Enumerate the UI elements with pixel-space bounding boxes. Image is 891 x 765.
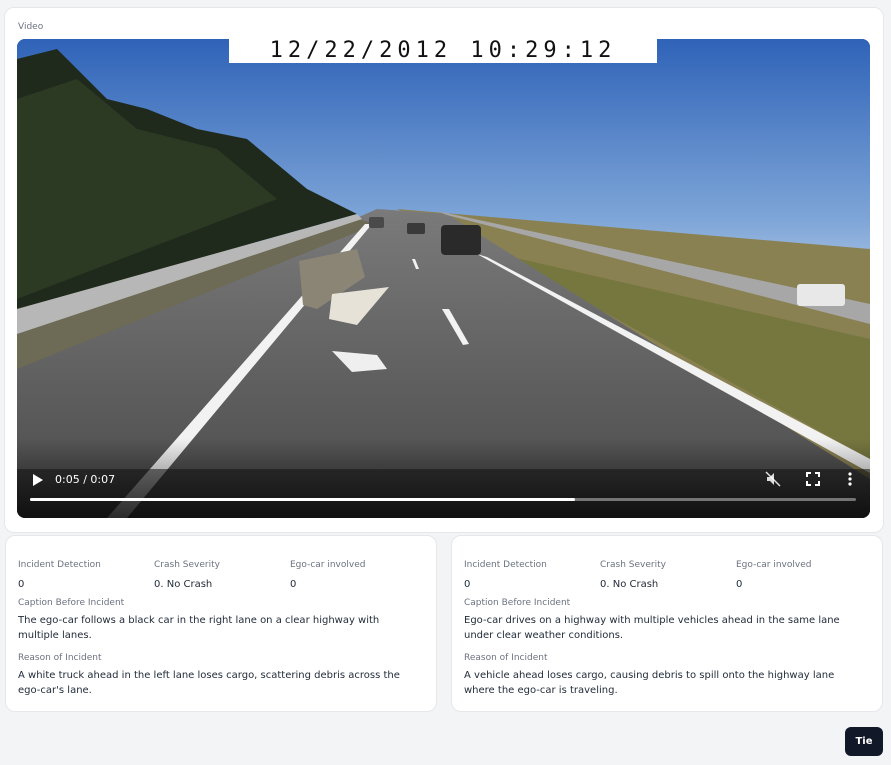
ego-car-involved-field: Ego-car involved 0 <box>290 560 426 590</box>
reason-label: Reason of Incident <box>18 653 102 663</box>
caption-label: Caption Before Incident <box>464 598 571 608</box>
reason-label: Reason of Incident <box>464 653 548 663</box>
caption-label: Caption Before Incident <box>18 598 125 608</box>
play-button[interactable] <box>31 473 45 487</box>
field-value: 0. No Crash <box>154 579 213 590</box>
more-vertical-icon <box>848 472 852 486</box>
result-card-right: Incident Detection 0 Crash Severity 0. N… <box>451 535 883 712</box>
field-label: Ego-car involved <box>736 560 812 570</box>
field-label: Crash Severity <box>600 560 666 570</box>
video-card: Video 12/22/2012 10:29:12 0:05 / 0:07 <box>4 7 884 533</box>
result-fields: Incident Detection 0 Crash Severity 0. N… <box>464 560 872 590</box>
caption-section: Caption Before Incident Ego-car drives o… <box>464 598 864 643</box>
tie-button[interactable]: Tie <box>845 727 883 756</box>
timestamp-overlay: 12/22/2012 10:29:12 <box>229 39 657 63</box>
field-label: Incident Detection <box>18 560 101 570</box>
field-value: 0 <box>18 579 25 590</box>
result-fields: Incident Detection 0 Crash Severity 0. N… <box>18 560 426 590</box>
field-label: Incident Detection <box>464 560 547 570</box>
video-player[interactable]: 12/22/2012 10:29:12 0:05 / 0:07 <box>17 39 870 518</box>
fullscreen-icon <box>806 472 820 486</box>
field-label: Ego-car involved <box>290 560 366 570</box>
mute-button[interactable] <box>765 471 781 487</box>
volume-muted-icon <box>765 471 781 487</box>
field-value: 0 <box>290 579 297 590</box>
caption-text: Ego-car drives on a highway with multipl… <box>464 615 840 641</box>
incident-detection-field: Incident Detection 0 <box>464 560 600 590</box>
crash-severity-field: Crash Severity 0. No Crash <box>154 560 290 590</box>
reason-text: A white truck ahead in the left lane los… <box>18 670 400 696</box>
play-icon <box>33 474 43 486</box>
reason-section: Reason of Incident A vehicle ahead loses… <box>464 653 864 698</box>
field-value: 0. No Crash <box>600 579 659 590</box>
controls-shade <box>17 438 870 518</box>
result-card-left: Incident Detection 0 Crash Severity 0. N… <box>5 535 437 712</box>
caption-section: Caption Before Incident The ego-car foll… <box>18 598 418 643</box>
field-value: 0 <box>736 579 743 590</box>
more-options-button[interactable] <box>843 471 857 487</box>
crash-severity-field: Crash Severity 0. No Crash <box>600 560 736 590</box>
field-value: 0 <box>464 579 471 590</box>
reason-text: A vehicle ahead loses cargo, causing deb… <box>464 670 835 696</box>
reason-section: Reason of Incident A white truck ahead i… <box>18 653 418 698</box>
field-label: Crash Severity <box>154 560 220 570</box>
time-display: 0:05 / 0:07 <box>55 473 116 486</box>
caption-text: The ego-car follows a black car in the r… <box>18 615 380 641</box>
ego-car-involved-field: Ego-car involved 0 <box>736 560 872 590</box>
progress-fill <box>30 498 576 501</box>
fullscreen-button[interactable] <box>805 471 821 487</box>
progress-bar[interactable] <box>30 498 856 501</box>
video-label: Video <box>18 22 44 32</box>
incident-detection-field: Incident Detection 0 <box>18 560 154 590</box>
